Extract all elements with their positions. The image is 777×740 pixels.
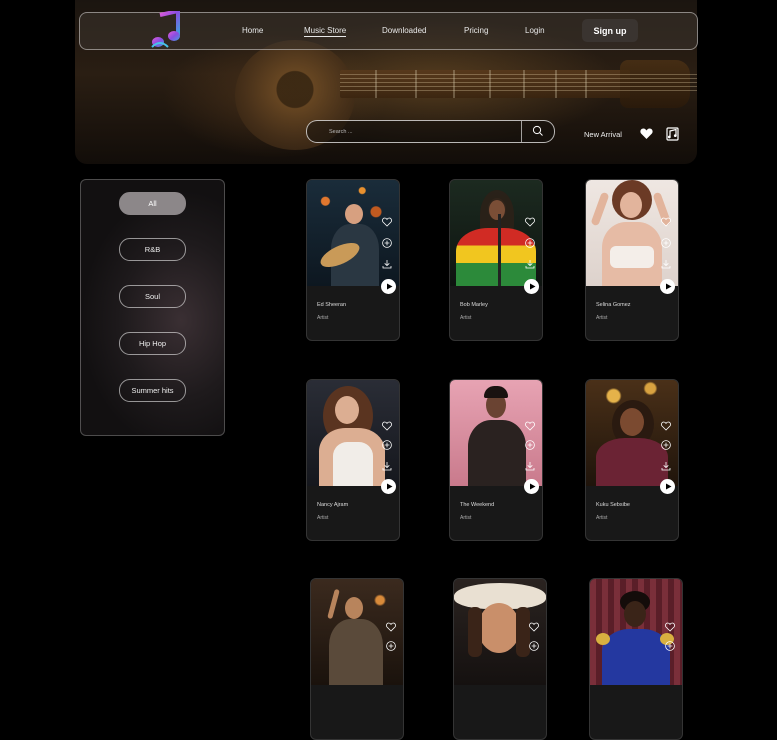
download-icon[interactable] (525, 259, 535, 269)
plus-circle-icon[interactable] (386, 641, 396, 651)
artist-photo (454, 579, 546, 685)
new-arrival-link[interactable]: New Arrival (584, 130, 622, 139)
filter-pill-rnb[interactable]: R&B (119, 238, 186, 261)
search-input[interactable] (327, 124, 521, 140)
download-icon[interactable] (661, 259, 671, 269)
artist-photo (450, 180, 542, 286)
play-icon (386, 483, 392, 490)
filter-pill-summer-hits[interactable]: Summer hits (119, 379, 186, 402)
play-icon (386, 283, 392, 290)
heart-icon[interactable] (661, 217, 671, 227)
filter-pill-soul[interactable]: Soul (119, 285, 186, 308)
search-icon[interactable] (532, 125, 544, 137)
signup-button[interactable]: Sign up (582, 19, 638, 42)
artist-photo (307, 180, 399, 286)
music-note-logo-icon[interactable] (150, 11, 184, 51)
artist-role: Artist (596, 515, 608, 521)
heart-icon[interactable] (525, 421, 535, 431)
artist-name: Selina Gomez (596, 302, 631, 308)
artist-card[interactable]: Bob Marley Artist (449, 179, 543, 341)
filter-pill-all[interactable]: All (119, 192, 186, 215)
artist-photo (590, 579, 682, 685)
guitar-strings-image (340, 74, 697, 94)
artist-card[interactable] (310, 578, 404, 740)
download-icon[interactable] (382, 461, 392, 471)
play-button[interactable] (381, 479, 396, 494)
artist-name: Bob Marley (460, 302, 488, 308)
heart-icon[interactable] (529, 622, 539, 632)
artist-role: Artist (596, 315, 608, 321)
nav-link-login[interactable]: Login (525, 26, 545, 35)
artist-card[interactable] (453, 578, 547, 740)
artist-card[interactable]: Selina Gomez Artist (585, 179, 679, 341)
artist-role: Artist (317, 515, 329, 521)
play-button[interactable] (660, 279, 675, 294)
plus-circle-icon[interactable] (382, 238, 392, 248)
nav-link-downloaded[interactable]: Downloaded (382, 26, 426, 35)
heart-icon[interactable] (661, 421, 671, 431)
artist-role: Artist (460, 515, 472, 521)
play-button[interactable] (524, 479, 539, 494)
plus-circle-icon[interactable] (382, 440, 392, 450)
search-divider (521, 121, 522, 142)
play-icon (665, 483, 671, 490)
nav-link-music-store[interactable]: Music Store (304, 26, 347, 37)
play-button[interactable] (381, 279, 396, 294)
heart-icon[interactable] (382, 217, 392, 227)
artist-card[interactable] (589, 578, 683, 740)
artist-photo (311, 579, 403, 685)
artist-card[interactable]: The Weekend Artist (449, 379, 543, 541)
plus-circle-icon[interactable] (529, 641, 539, 651)
download-icon[interactable] (525, 461, 535, 471)
genre-filter-panel: All R&B Soul Hip Hop Summer hits (80, 179, 225, 436)
artist-role: Artist (317, 315, 329, 321)
play-button[interactable] (524, 279, 539, 294)
heart-icon[interactable] (525, 217, 535, 227)
heart-icon[interactable] (665, 622, 675, 632)
artist-role: Artist (460, 315, 472, 321)
filter-pill-hip-hop[interactable]: Hip Hop (119, 332, 186, 355)
plus-circle-icon[interactable] (665, 641, 675, 651)
nav-link-pricing[interactable]: Pricing (464, 26, 488, 35)
artist-name: The Weekend (460, 502, 495, 508)
search-bar (306, 120, 555, 143)
artist-name: Ed Sheeran (317, 302, 347, 308)
top-navbar: Home Music Store Downloaded Pricing Logi… (79, 11, 698, 51)
play-button[interactable] (660, 479, 675, 494)
plus-circle-icon[interactable] (525, 238, 535, 248)
nav-link-home[interactable]: Home (242, 26, 263, 35)
heart-icon[interactable] (640, 128, 653, 140)
play-icon (529, 283, 535, 290)
heart-icon[interactable] (386, 622, 396, 632)
plus-circle-icon[interactable] (661, 440, 671, 450)
download-icon[interactable] (382, 259, 392, 269)
artist-name: Nancy Ajram (317, 502, 349, 508)
artist-card[interactable]: Nancy Ajram Artist (306, 379, 400, 541)
artist-name: Kuku Sebsibe (596, 502, 630, 508)
artist-photo (586, 180, 678, 286)
plus-circle-icon[interactable] (661, 238, 671, 248)
heart-icon[interactable] (382, 421, 392, 431)
plus-circle-icon[interactable] (525, 440, 535, 450)
artist-card[interactable]: Kuku Sebsibe Artist (585, 379, 679, 541)
download-icon[interactable] (661, 461, 671, 471)
music-note-icon[interactable] (666, 126, 681, 141)
artist-card[interactable]: Ed Sheeran Artist (306, 179, 400, 341)
play-icon (665, 283, 671, 290)
play-icon (529, 483, 535, 490)
